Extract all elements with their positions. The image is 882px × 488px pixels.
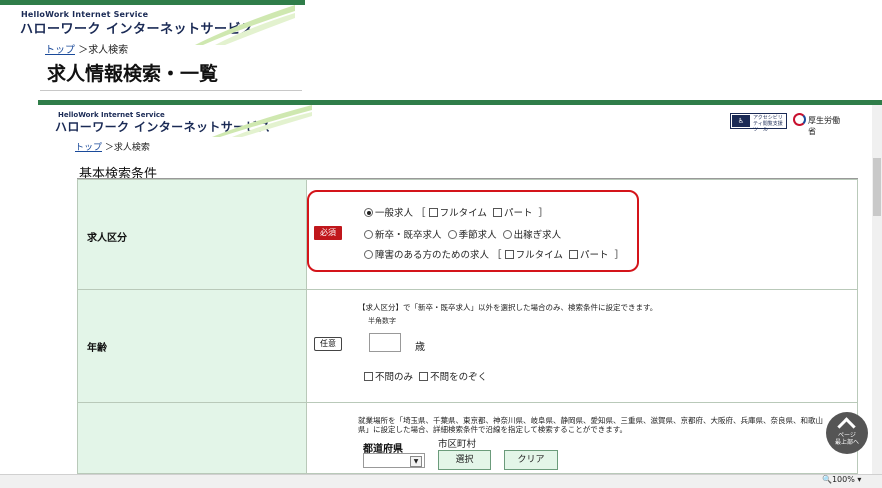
outer-breadcrumb: トップ ＞求人検索: [45, 41, 128, 56]
title-divider: [40, 90, 302, 91]
new-grad-radio[interactable]: [364, 230, 373, 239]
outer-header: HelloWork Internet Service ハローワーク インターネッ…: [0, 0, 305, 100]
only-unspecified-checkbox[interactable]: [364, 372, 373, 381]
outer-breadcrumb-sep: ＞: [78, 45, 89, 56]
seasonal-label[interactable]: 季節求人: [459, 230, 497, 241]
age-note: 【求人区分】で「新卒・既卒求人」以外を選択した場合のみ、検索条件に設定できます。: [358, 303, 658, 312]
location-note: 就業場所を「埼玉県、千葉県、東京都、神奈川県、岐阜県、静岡県、愛知県、三重県、滋…: [358, 416, 823, 434]
bracket-close: ］: [538, 208, 549, 219]
bracket-open: ［: [492, 250, 502, 261]
page-top-label: ページ 最上部へ: [826, 432, 868, 446]
status-bar: [0, 474, 882, 488]
outer-logo-swoosh-icon: [195, 5, 295, 45]
exclude-unspecified-label[interactable]: 不問をのぞく: [430, 372, 487, 383]
disability-label[interactable]: 障害のある方のための求人: [375, 250, 489, 261]
chevron-down-icon: ▾: [857, 475, 862, 484]
accessibility-icon: ♿: [732, 115, 750, 127]
only-unspecified-label[interactable]: 不問のみ: [375, 372, 413, 383]
magnifier-icon: 🔍: [822, 475, 832, 484]
job-category-label: 求人区分: [87, 233, 127, 244]
dekasegi-radio[interactable]: [502, 230, 512, 239]
dekasegi-label[interactable]: 出稼ぎ求人: [514, 230, 562, 241]
general-parttime-label[interactable]: パート: [504, 208, 533, 219]
outer-breadcrumb-current: 求人検索: [88, 45, 129, 56]
inner-logo-swoosh-icon: [212, 105, 312, 137]
disability-parttime-label[interactable]: パート: [580, 250, 609, 261]
job-category-row3: 障害のある方のための求人 ［ フルタイム パート ］: [364, 247, 624, 261]
disability-fulltime-checkbox[interactable]: [504, 250, 514, 259]
mhlw-logo[interactable]: 厚生労働省: [793, 112, 845, 136]
label-column: [78, 180, 306, 473]
chevron-down-icon[interactable]: ▼: [410, 456, 422, 467]
disability-fulltime-label[interactable]: フルタイム: [516, 250, 563, 261]
accessibility-tool-badge[interactable]: ♿ アクセシビリティ閲覧支援ツール: [730, 113, 787, 133]
city-select-button[interactable]: 選択: [438, 450, 491, 470]
page-title: 求人情報検索・一覧: [47, 63, 219, 85]
mhlw-label: 厚生労働省: [808, 116, 840, 136]
inner-breadcrumb-sep: ＞: [104, 143, 114, 153]
prefecture-select[interactable]: ▼: [363, 453, 425, 468]
row-divider: [78, 402, 857, 403]
optional-badge: 任意: [314, 337, 342, 351]
accessibility-label: アクセシビリティ閲覧支援ツール: [753, 115, 783, 133]
job-category-row2: 新卒・既卒求人 季節求人 出稼ぎ求人: [364, 227, 561, 241]
inner-breadcrumb-top-link[interactable]: トップ: [75, 143, 102, 153]
bracket-close: ］: [614, 250, 625, 261]
outer-breadcrumb-top-link[interactable]: トップ: [45, 45, 75, 56]
exclude-unspecified-checkbox[interactable]: [419, 372, 429, 381]
inner-breadcrumb-current: 求人検索: [113, 143, 150, 153]
age-input[interactable]: [369, 333, 401, 352]
age-options: 不問のみ 不問をのぞく: [364, 369, 487, 383]
new-grad-label[interactable]: 新卒・既卒求人: [375, 230, 442, 241]
scrollbar-thumb[interactable]: [873, 158, 881, 216]
age-unit: 歳: [415, 342, 425, 353]
general-fulltime-label[interactable]: フルタイム: [440, 208, 487, 219]
disability-parttime-checkbox[interactable]: [568, 250, 578, 259]
general-radio[interactable]: [364, 208, 373, 217]
age-hint: 半角数字: [368, 317, 396, 325]
job-category-row1: 一般求人 ［ フルタイム パート ］: [364, 205, 548, 219]
zoom-control[interactable]: 🔍100% ▾: [822, 475, 861, 484]
general-fulltime-checkbox[interactable]: [428, 208, 438, 217]
general-parttime-checkbox[interactable]: [492, 208, 502, 217]
seasonal-radio[interactable]: [447, 230, 457, 239]
city-label: 市区町村: [438, 439, 477, 450]
age-label: 年齢: [87, 343, 107, 354]
page-top-line2: 最上部へ: [834, 439, 859, 446]
page-top-button[interactable]: ページ 最上部へ: [826, 412, 868, 454]
page-top-line1: ページ: [838, 432, 856, 439]
city-clear-button[interactable]: クリア: [504, 450, 558, 470]
general-label[interactable]: 一般求人: [375, 208, 413, 219]
zoom-level: 100%: [831, 475, 855, 484]
disability-radio[interactable]: [364, 250, 373, 259]
row-divider: [78, 289, 857, 290]
inner-green-bar: [38, 100, 882, 105]
inner-breadcrumb: トップ ＞求人検索: [75, 140, 150, 153]
bracket-open: ［: [416, 208, 426, 219]
mhlw-emblem-icon: [793, 113, 806, 126]
